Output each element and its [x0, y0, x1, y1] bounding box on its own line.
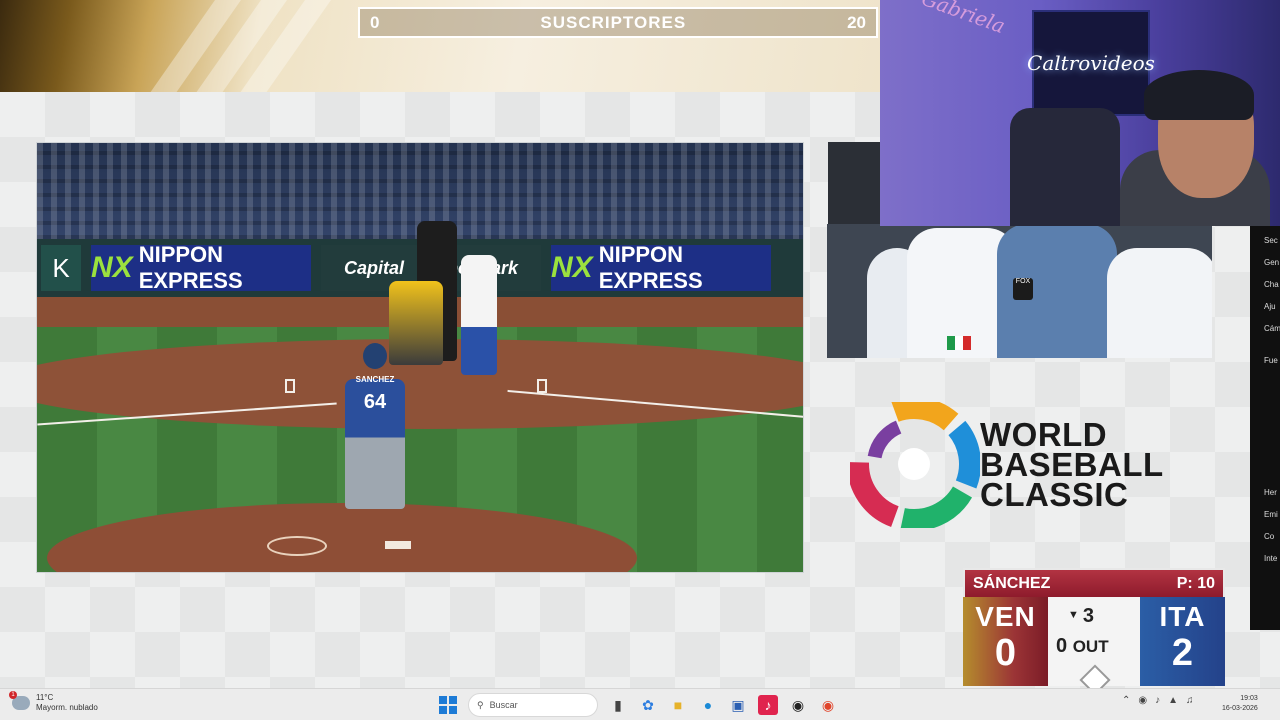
mound-logo	[267, 536, 327, 556]
inning-number: 3	[1082, 605, 1095, 627]
windows-logo-icon	[439, 696, 457, 714]
ad-nx-logo-2: NX	[551, 251, 593, 284]
notification-badge: 1	[9, 691, 17, 699]
italy-flag-patch	[947, 336, 971, 350]
tray-overflow-chevron-icon[interactable]: ⌃	[1122, 695, 1130, 706]
mic-label: FOX	[1015, 278, 1031, 285]
side-menu-item[interactable]: Gen	[1264, 258, 1280, 280]
pitch-count: P: 10	[1176, 574, 1215, 592]
clock-time: 19:03	[1240, 695, 1258, 702]
taskbar-clock[interactable]: 19:03 16-03-2026	[1222, 694, 1258, 714]
webcam-edge-strip	[828, 142, 884, 224]
microphone: FOX	[1013, 278, 1033, 300]
ad-nippon-text-2: NIPPON EXPRESS	[598, 242, 703, 293]
outs-label: OUT	[1072, 637, 1109, 656]
interview-video-feed: FOX	[827, 224, 1212, 358]
current-pitcher-name: SÁNCHEZ	[973, 574, 1051, 592]
edge-browser-icon[interactable]: ●	[698, 695, 718, 715]
system-tray: ⌃ ◉ ♪ ▲ ♫	[1122, 695, 1194, 706]
inning-half-arrow-icon: ▼	[1068, 609, 1079, 621]
wall-letter: K	[41, 245, 81, 291]
chrome-icon[interactable]: ◉	[818, 695, 838, 715]
clock-date: 16-03-2026	[1222, 705, 1258, 712]
side-menu-item[interactable]: Inte	[1264, 554, 1280, 576]
neon-sign-text: Caltrovideos	[1027, 51, 1155, 75]
away-team-panel: VEN 0	[963, 597, 1048, 686]
weather-desc: Mayorm. nublado	[36, 703, 98, 712]
away-team-score: 0	[994, 632, 1017, 674]
ad-nippon-text: NIPPON EXPRESS	[138, 242, 243, 293]
outs-count: 0	[1056, 635, 1068, 657]
home-team-panel: ITA 2	[1140, 597, 1225, 686]
wbc-globe-logo	[850, 402, 980, 528]
side-menu-item[interactable]: Sec	[1264, 236, 1280, 258]
volume-icon[interactable]: ♫	[1186, 695, 1194, 706]
batter-box-right	[537, 379, 547, 393]
streamer-webcam: Gabriela Caltrovideos	[880, 0, 1280, 226]
subscribers-goal-bar: 0 SUSCRIPTORES 20	[358, 7, 878, 38]
side-menu-item[interactable]: Her	[1264, 488, 1280, 510]
batter-box-left	[285, 379, 295, 393]
windows-taskbar: 1 11°C Mayorm. nublado ⚲ Buscar ▮ ✿ ■ ● …	[0, 688, 1280, 720]
subscribers-goal: 20	[847, 12, 866, 32]
neon-sign: Caltrovideos	[1027, 10, 1155, 116]
weather-widget[interactable]: 1 11°C Mayorm. nublado	[9, 691, 98, 713]
ad-capital-text: Capital	[343, 257, 404, 278]
pitcher-jersey-number: 64	[363, 391, 387, 413]
streamer-cap	[1144, 70, 1254, 120]
pitcher-info-bar: SÁNCHEZ P: 10	[963, 568, 1225, 597]
ad-nippon-express-2: NX NIPPON EXPRESS	[551, 242, 771, 293]
side-menu-icons	[1264, 378, 1280, 488]
obs-icon[interactable]: ◉	[788, 695, 808, 715]
side-menu-item[interactable]: Co	[1264, 532, 1280, 554]
subscribers-current: 0	[370, 12, 380, 32]
microphone-icon[interactable]: ♪	[1155, 695, 1160, 706]
side-menu-item[interactable]: Cha	[1264, 280, 1280, 302]
home-team-score: 2	[1171, 632, 1194, 674]
pitcher-helmet	[363, 343, 387, 369]
top-banner: 0 SUSCRIPTORES 20	[0, 0, 880, 92]
ad-nippon-express: NX NIPPON EXPRESS	[91, 242, 311, 293]
score-bug: SÁNCHEZ P: 10 VEN 0 ▼ 3 0 OUT ITA 2	[963, 568, 1225, 696]
start-button[interactable]	[438, 695, 458, 715]
pitching-rubber	[385, 541, 411, 549]
inning-indicator: ▼ 3	[1068, 605, 1094, 628]
tiktok-icon[interactable]: ♪	[758, 695, 778, 715]
copilot-icon[interactable]: ✿	[638, 695, 658, 715]
away-team-abbr: VEN	[975, 601, 1036, 632]
ad-nx-logo: NX	[91, 251, 133, 284]
wbc-line-3: CLASSIC	[980, 476, 1129, 513]
side-menu-item[interactable]: Fue	[1264, 356, 1280, 378]
settings-side-menu[interactable]: Sec Gen Cha Aju Cám Fue Her Emi Co Inte	[1250, 226, 1280, 630]
store-icon[interactable]: ▣	[728, 695, 748, 715]
taskbar-search[interactable]: ⚲ Buscar	[468, 693, 598, 717]
batter	[461, 255, 497, 375]
wall-neon-writing: Gabriela	[918, 0, 1009, 39]
file-explorer-icon[interactable]: ■	[668, 695, 688, 715]
side-menu-item[interactable]: Aju	[1264, 302, 1280, 324]
catcher	[389, 281, 443, 365]
search-icon: ⚲	[477, 699, 484, 710]
outs-indicator: 0 OUT	[1056, 635, 1109, 658]
taskbar-apps: ⚲ Buscar ▮ ✿ ■ ● ▣ ♪ ◉ ◉	[438, 693, 838, 717]
wbc-wordmark: WORLD BASEBALL CLASSIC	[980, 418, 1164, 513]
player-right	[1107, 248, 1212, 358]
gaming-chair	[1010, 108, 1120, 226]
game-video-feed: K NX NIPPON EXPRESS Capital Depot park N…	[36, 142, 804, 573]
search-placeholder: Buscar	[489, 700, 518, 710]
home-team-abbr: ITA	[1159, 601, 1206, 632]
side-menu-item[interactable]: Emi	[1264, 510, 1280, 532]
task-view-icon[interactable]: ▮	[608, 695, 628, 715]
cloud-icon: 1	[9, 691, 30, 710]
pitcher-jersey-name: SANCHEZ	[355, 375, 395, 384]
tray-app-icon[interactable]: ◉	[1138, 695, 1147, 706]
network-icon[interactable]: ▲	[1168, 695, 1178, 706]
subscribers-title: SUSCRIPTORES	[540, 12, 687, 32]
game-state-panel: ▼ 3 0 OUT	[1048, 597, 1140, 696]
weather-temp: 11°C	[36, 693, 54, 702]
side-menu-item[interactable]: Cám	[1264, 324, 1280, 346]
